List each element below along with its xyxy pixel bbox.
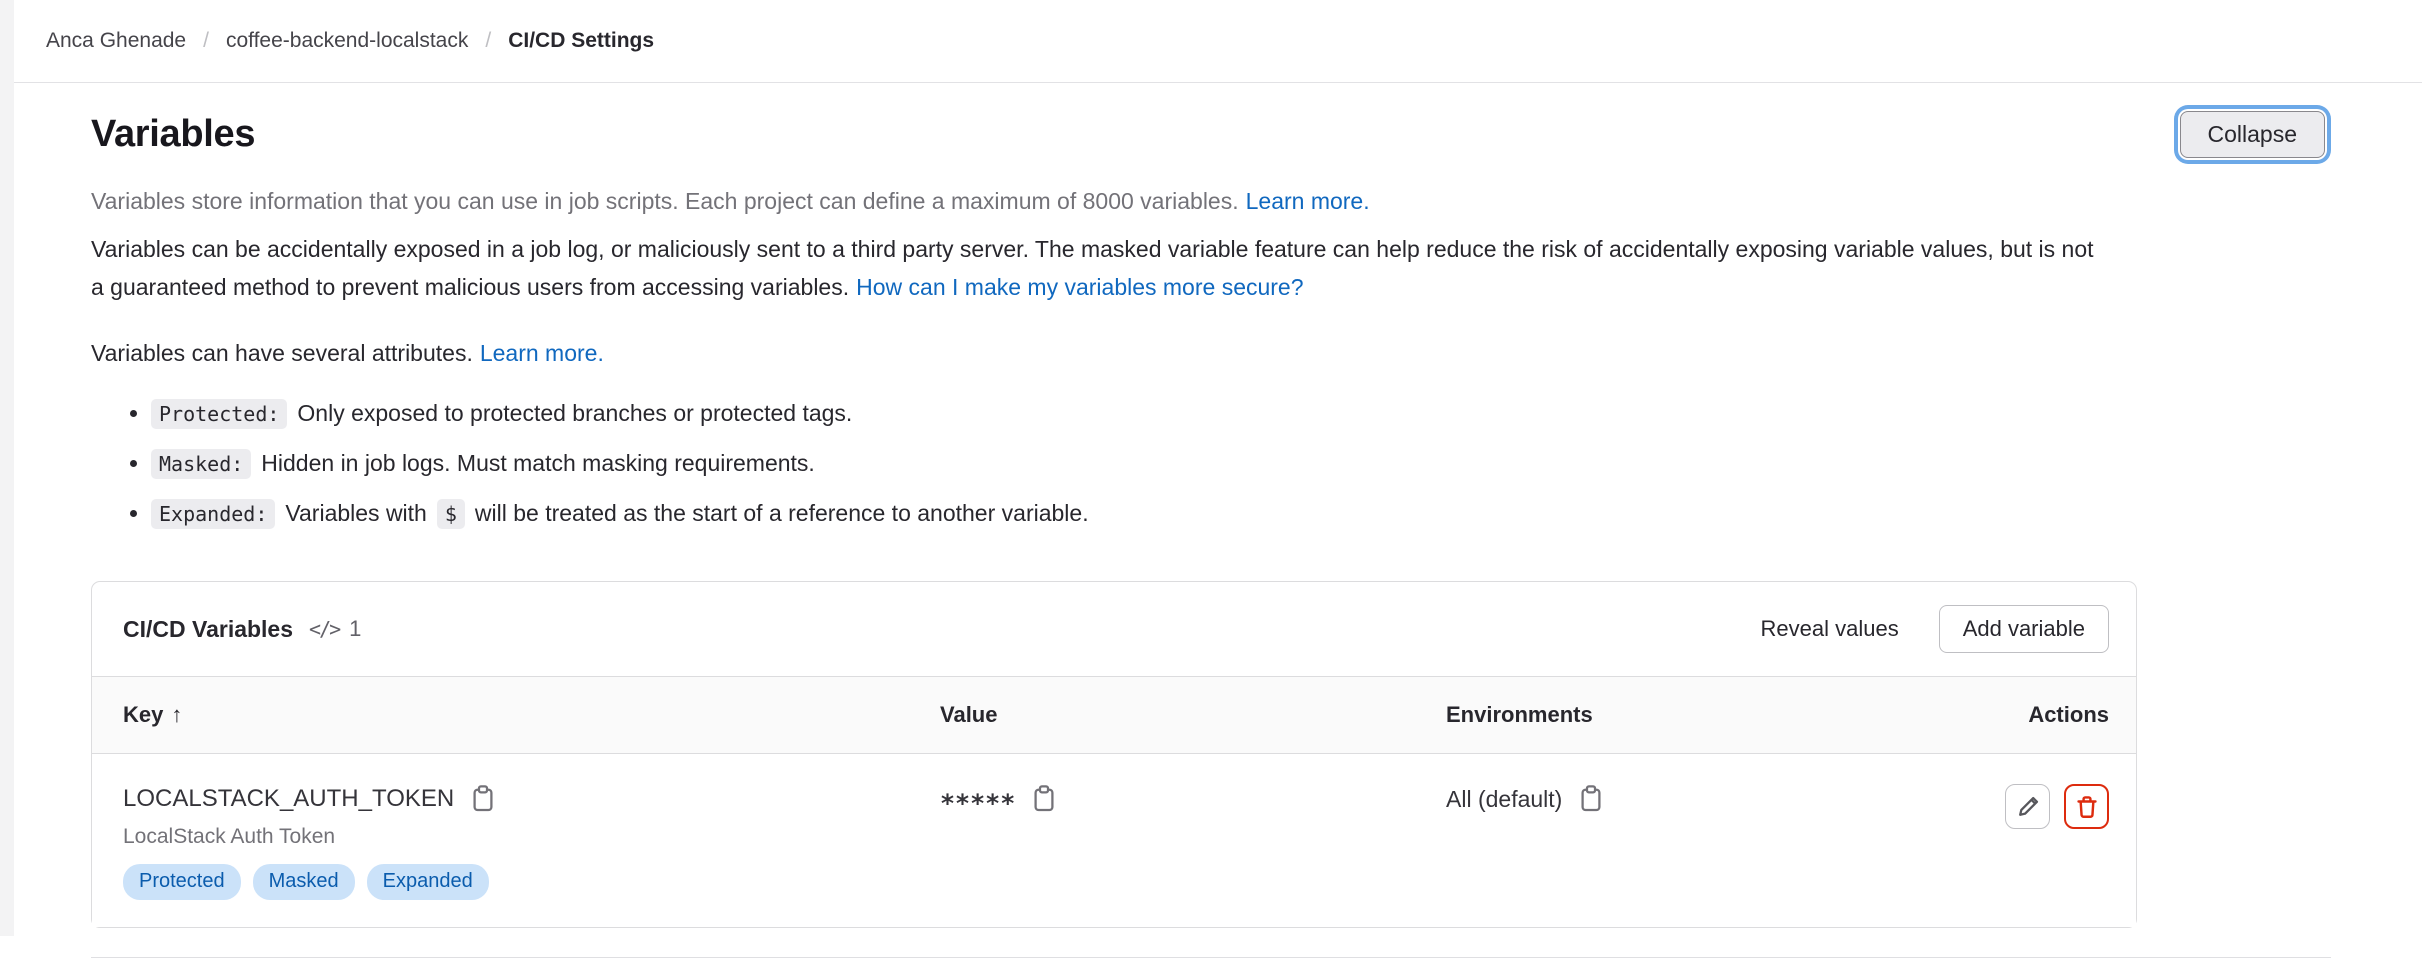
- copy-environment-button[interactable]: [1577, 784, 1605, 814]
- masked-description: Hidden in job logs. Must match masking r…: [261, 450, 815, 476]
- attribute-item-expanded: Expanded: Variables with $ will be treated …: [151, 496, 2325, 531]
- intro-paragraph-limit-text: Variables store information that you can…: [91, 188, 1239, 214]
- code-icon: </>: [309, 617, 339, 641]
- masked-badge: Masked: [253, 864, 355, 900]
- variable-key: LOCALSTACK_AUTH_TOKEN: [123, 785, 454, 813]
- attributes-learn-more-link[interactable]: Learn more.: [480, 340, 604, 366]
- column-header-actions: Actions: [1896, 702, 2109, 728]
- breadcrumb-namespace[interactable]: Anca Ghenade: [46, 29, 186, 53]
- intro-paragraph-attributes-text: Variables can have several attributes.: [91, 340, 473, 366]
- intro-paragraph-security: Variables can be accidentally exposed in…: [91, 230, 2111, 306]
- attribute-item-masked: Masked: Hidden in job logs. Must match ma…: [151, 446, 2325, 481]
- edit-variable-button[interactable]: [2005, 784, 2050, 829]
- intro-paragraph-limit: Variables store information that you can…: [91, 182, 2325, 220]
- variable-actions-cell: [1896, 784, 2109, 829]
- breadcrumb-project[interactable]: coffee-backend-localstack: [226, 29, 468, 53]
- column-header-key[interactable]: Key ↑: [123, 702, 940, 728]
- copy-icon: [1030, 784, 1058, 814]
- learn-more-link[interactable]: Learn more.: [1246, 188, 1370, 214]
- variable-value-cell: *****: [940, 784, 1446, 814]
- variable-row: LOCALSTACK_AUTH_TOKEN LocalStack Auth To…: [92, 754, 2136, 927]
- column-header-value: Value: [940, 702, 1446, 728]
- masked-value: *****: [940, 789, 1015, 818]
- breadcrumb-current-page: CI/CD Settings: [508, 29, 654, 53]
- variables-count: 1: [349, 616, 361, 642]
- page-title: Variables: [91, 113, 255, 156]
- protected-code-token: Protected:: [151, 399, 287, 429]
- attribute-item-protected: Protected: Only exposed to protected bran…: [151, 396, 2325, 431]
- trash-icon: [2074, 794, 2100, 820]
- variable-badges: Protected Masked Expanded: [123, 864, 940, 900]
- copy-icon: [1577, 784, 1605, 814]
- variables-table-header: Key ↑ Value Environments Actions: [92, 676, 2136, 754]
- add-variable-button[interactable]: Add variable: [1939, 605, 2109, 653]
- key-column-label: Key: [123, 702, 163, 727]
- sidebar-edge: [0, 0, 14, 936]
- attributes-list: Protected: Only exposed to protected bran…: [91, 396, 2325, 531]
- breadcrumb: Anca Ghenade / coffee-backend-localstack…: [14, 0, 2422, 83]
- reveal-values-button[interactable]: Reveal values: [1755, 606, 1905, 652]
- breadcrumb-separator: /: [485, 29, 491, 53]
- copy-key-button[interactable]: [469, 784, 497, 814]
- copy-value-button[interactable]: [1030, 784, 1058, 814]
- expanded-description-after: will be treated as the start of a refere…: [475, 500, 1089, 526]
- protected-badge: Protected: [123, 864, 241, 900]
- collapse-button[interactable]: Collapse: [2180, 111, 2326, 158]
- delete-variable-button[interactable]: [2064, 784, 2109, 829]
- copy-icon: [469, 784, 497, 814]
- card-header: CI/CD Variables </> 1 Reveal values Add …: [92, 582, 2136, 676]
- card-title: CI/CD Variables: [123, 616, 293, 643]
- variable-environments-cell: All (default): [1446, 784, 1896, 814]
- cicd-variables-card: CI/CD Variables </> 1 Reveal values Add …: [91, 581, 2137, 928]
- environment-scope: All (default): [1446, 786, 1562, 813]
- column-header-environments: Environments: [1446, 702, 1896, 728]
- sort-ascending-icon: ↑: [171, 702, 182, 727]
- intro-paragraph-attributes: Variables can have several attributes. Le…: [91, 334, 2325, 372]
- expanded-description-before: Variables with: [285, 500, 426, 526]
- variable-key-cell: LOCALSTACK_AUTH_TOKEN LocalStack Auth To…: [123, 784, 940, 900]
- expanded-code-token: Expanded:: [151, 499, 275, 529]
- dollar-code-token: $: [437, 499, 465, 529]
- pencil-icon: [2015, 794, 2041, 820]
- expanded-badge: Expanded: [367, 864, 489, 900]
- masked-code-token: Masked:: [151, 449, 251, 479]
- breadcrumb-separator: /: [203, 29, 209, 53]
- section-header: Variables Collapse: [91, 111, 2325, 158]
- variables-secure-link[interactable]: How can I make my variables more secure?: [856, 274, 1303, 300]
- protected-description: Only exposed to protected branches or pr…: [297, 400, 852, 426]
- variable-description: LocalStack Auth Token: [123, 825, 940, 849]
